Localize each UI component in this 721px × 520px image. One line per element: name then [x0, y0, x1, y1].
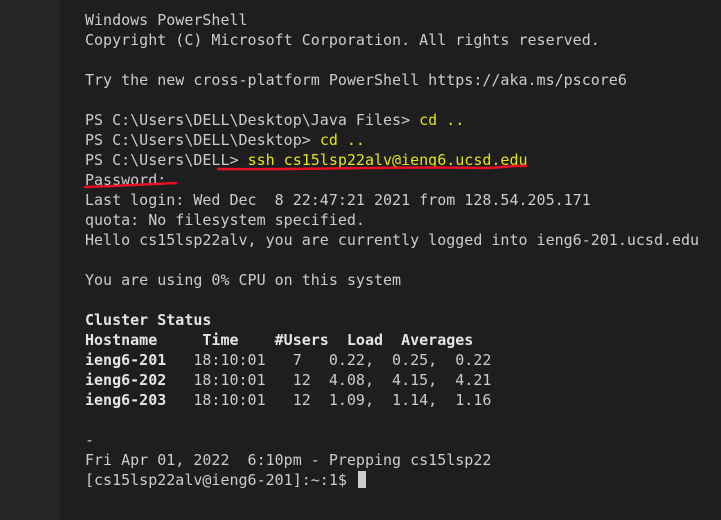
prompt-text: PS C:\Users\DELL\Desktop>: [85, 131, 320, 149]
cluster-values: 18:10:01 7 0.22, 0.25, 0.22: [166, 351, 492, 369]
vscode-terminal-window: Windows PowerShell Copyright (C) Microso…: [0, 0, 721, 520]
cluster-status-title: Cluster Status: [85, 311, 212, 329]
last-login-line: Last login: Wed Dec 8 22:47:21 2021 from…: [85, 191, 591, 209]
prompt-text: PS C:\Users\DELL\Desktop\Java Files>: [85, 111, 420, 129]
hello-line: Hello cs15lsp22alv, you are currently lo…: [85, 231, 700, 249]
cluster-row: ieng6-202 18:10:01 12 4.08, 4.15, 4.21: [85, 370, 491, 390]
cluster-host: ieng6-201: [85, 351, 167, 369]
ssh-command-text: ssh cs15lsp22alv@ieng6.ucsd.edu: [247, 151, 528, 169]
prompt-text: PS C:\Users\DELL>: [85, 151, 248, 169]
dash-line: -: [85, 431, 95, 449]
terminal-cursor: [357, 471, 366, 488]
cluster-row: ieng6-201 18:10:01 7 0.22, 0.25, 0.22: [85, 350, 491, 370]
cluster-host: ieng6-203: [85, 391, 167, 409]
shell-prompt-line[interactable]: [cs15lsp22alv@ieng6-201]:~:1$: [85, 470, 366, 490]
header-copyright: Copyright (C) Microsoft Corporation. All…: [85, 31, 600, 49]
header-title: Windows PowerShell: [85, 11, 248, 29]
history-line-3: PS C:\Users\DELL> ssh cs15lsp22alv@ieng6…: [85, 150, 528, 170]
history-line-2: PS C:\Users\DELL\Desktop> cd ..: [85, 130, 365, 150]
quota-line: quota: No filesystem specified.: [85, 211, 365, 229]
cluster-values: 18:10:01 12 1.09, 1.14, 1.16: [166, 391, 492, 409]
tip-line: Try the new cross-platform PowerShell ht…: [85, 71, 627, 89]
history-line-1: PS C:\Users\DELL\Desktop\Java Files> cd …: [85, 110, 464, 130]
terminal-panel[interactable]: Windows PowerShell Copyright (C) Microso…: [60, 0, 721, 520]
cpu-line: You are using 0% CPU on this system: [85, 271, 402, 289]
command-text: cd ..: [319, 131, 365, 149]
command-text: cd ..: [419, 111, 465, 129]
password-prompt: Password:: [85, 171, 167, 189]
cluster-host: ieng6-202: [85, 371, 167, 389]
cluster-row: ieng6-203 18:10:01 12 1.09, 1.14, 1.16: [85, 390, 491, 410]
cluster-values: 18:10:01 12 4.08, 4.15, 4.21: [166, 371, 492, 389]
shell-prompt: [cs15lsp22alv@ieng6-201]:~:1$: [85, 471, 356, 489]
date-line: Fri Apr 01, 2022 6:10pm - Prepping cs15l…: [85, 451, 492, 469]
sidebar-gutter: [0, 0, 60, 520]
cluster-table-header: Hostname Time #Users Load Averages: [85, 331, 474, 349]
